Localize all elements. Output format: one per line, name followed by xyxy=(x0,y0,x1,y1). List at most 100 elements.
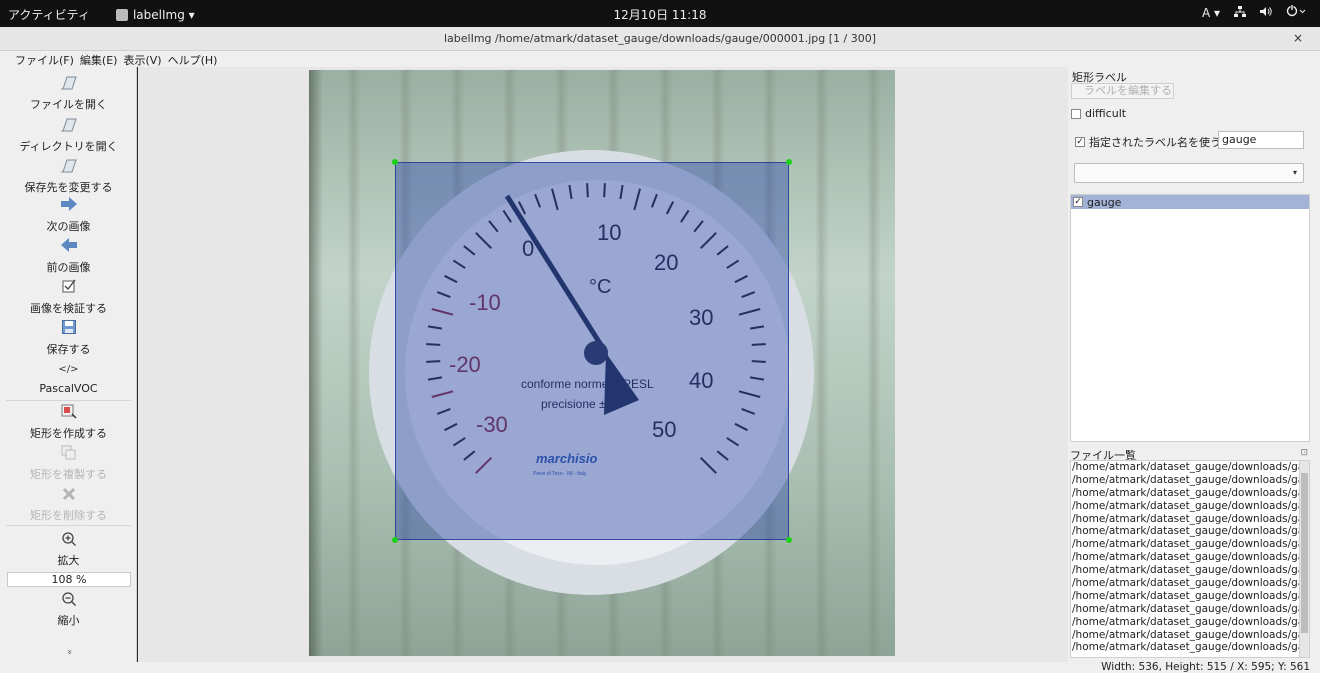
duplicate-rect-button[interactable]: 矩形を複製する xyxy=(0,445,137,482)
window-title-bar: labelImg /home/atmark/dataset_gauge/down… xyxy=(0,27,1320,51)
zoom-in-icon xyxy=(0,531,137,549)
file-list-item[interactable]: /home/atmark/dataset_gauge/downloads/gau… xyxy=(1071,616,1299,629)
create-rect-button[interactable]: 矩形を作成する xyxy=(0,404,137,441)
use-default-label-text: 指定されたラベル名を使う xyxy=(1089,136,1221,149)
create-rect-label: 矩形を作成する xyxy=(30,427,107,440)
delete-rect-button[interactable]: 矩形を削除する xyxy=(0,486,137,523)
open-dir-button[interactable]: ディレクトリを開く xyxy=(0,117,137,154)
file-list-item[interactable]: /home/atmark/dataset_gauge/downloads/gau… xyxy=(1071,461,1299,474)
delete-rect-label: 矩形を削除する xyxy=(30,509,107,522)
verify-image-button[interactable]: 画像を検証する xyxy=(0,279,137,316)
label-list-item-text: gauge xyxy=(1087,195,1122,209)
right-panel: 矩形ラベル ラベルを編集する difficult ✓ 指定されたラベル名を使う … xyxy=(1068,67,1320,662)
check-icon: ✓ xyxy=(1075,137,1085,147)
difficult-label: difficult xyxy=(1085,107,1127,120)
prev-image-button[interactable]: 前の画像 xyxy=(0,238,137,275)
duplicate-icon xyxy=(0,445,137,463)
zoom-level-field[interactable]: 108 % xyxy=(7,572,131,587)
use-default-label-checkbox[interactable]: ✓ 指定されたラベル名を使う xyxy=(1075,134,1221,150)
undock-icon[interactable]: ⊡ xyxy=(1300,448,1308,458)
volume-icon[interactable] xyxy=(1260,6,1272,20)
image-canvas[interactable]: -30 -20 -10 0 10 20 30 40 50 °C conforme… xyxy=(138,67,1068,662)
file-list-item[interactable]: /home/atmark/dataset_gauge/downloads/gau… xyxy=(1071,564,1299,577)
network-icon[interactable] xyxy=(1234,5,1246,20)
close-window-button[interactable]: × xyxy=(1293,31,1303,45)
save-button[interactable]: 保存する xyxy=(0,320,137,357)
system-top-bar: アクティビティ labelImg ▾ 12月10日 11:18 A ▾ xyxy=(0,0,1320,27)
file-list-item[interactable]: /home/atmark/dataset_gauge/downloads/gau… xyxy=(1071,487,1299,500)
file-list[interactable]: /home/atmark/dataset_gauge/downloads/gau… xyxy=(1070,460,1310,658)
check-icon[interactable]: ✓ xyxy=(1073,197,1083,207)
bbox-handle-bottom-right[interactable] xyxy=(786,537,792,543)
checkbox-verify-icon xyxy=(0,279,137,297)
open-file-icon xyxy=(0,75,137,93)
default-label-input[interactable]: gauge xyxy=(1218,131,1304,149)
file-list-item[interactable]: /home/atmark/dataset_gauge/downloads/gau… xyxy=(1071,551,1299,564)
edit-label-button[interactable]: ラベルを編集する xyxy=(1071,83,1174,99)
toolbar-separator xyxy=(6,525,131,526)
bbox-handle-bottom-left[interactable] xyxy=(392,537,398,543)
change-save-dir-label: 保存先を変更する xyxy=(24,181,113,194)
format-label: PascalVOC xyxy=(39,382,98,395)
arrow-left-icon xyxy=(0,238,137,256)
duplicate-rect-label: 矩形を複製する xyxy=(30,468,107,481)
input-method-indicator[interactable]: A ▾ xyxy=(1202,6,1220,20)
label-list-item[interactable]: ✓ gauge xyxy=(1071,195,1309,209)
zoom-out-icon xyxy=(0,591,137,609)
file-list-item[interactable]: /home/atmark/dataset_gauge/downloads/gau… xyxy=(1071,577,1299,590)
difficult-checkbox[interactable]: difficult xyxy=(1071,107,1126,120)
status-bar: Width: 536, Height: 515 / X: 595; Y: 561 xyxy=(0,661,1320,673)
verify-image-label: 画像を検証する xyxy=(30,302,107,315)
file-list-scrollbar[interactable] xyxy=(1299,461,1309,657)
power-icon[interactable] xyxy=(1286,5,1306,20)
change-save-dir-icon xyxy=(0,158,137,176)
file-list-item[interactable]: /home/atmark/dataset_gauge/downloads/gau… xyxy=(1071,538,1299,551)
file-list-item[interactable]: /home/atmark/dataset_gauge/downloads/gau… xyxy=(1071,474,1299,487)
zoom-out-button[interactable]: 縮小 xyxy=(0,591,137,628)
menu-edit[interactable]: 編集(E) xyxy=(79,51,119,67)
window-title: labelImg /home/atmark/dataset_gauge/down… xyxy=(443,32,877,45)
label-list[interactable]: ✓ gauge xyxy=(1070,194,1310,442)
file-list-item[interactable]: /home/atmark/dataset_gauge/downloads/gau… xyxy=(1071,629,1299,642)
chevron-down-icon: ▾ xyxy=(1292,168,1297,177)
change-save-dir-button[interactable]: 保存先を変更する xyxy=(0,158,137,195)
next-image-label: 次の画像 xyxy=(46,220,91,233)
zoom-in-label: 拡大 xyxy=(57,554,80,567)
delete-x-icon xyxy=(0,486,137,504)
toolbar-more-button[interactable]: » xyxy=(64,647,74,657)
prev-image-label: 前の画像 xyxy=(46,261,91,274)
label-combobox[interactable]: ▾ xyxy=(1074,163,1304,183)
difficult-checkbox-box xyxy=(1071,108,1081,119)
open-dir-label: ディレクトリを開く xyxy=(19,140,118,153)
file-list-item[interactable]: /home/atmark/dataset_gauge/downloads/gau… xyxy=(1071,590,1299,603)
menu-bar: ファイル(F) 編集(E) 表示(V) ヘルプ(H) xyxy=(0,51,1320,67)
arrow-right-icon xyxy=(0,197,137,215)
toolbar-separator xyxy=(6,400,131,401)
format-toggle-button[interactable]: </> PascalVOC xyxy=(0,361,137,395)
file-list-item[interactable]: /home/atmark/dataset_gauge/downloads/gau… xyxy=(1071,641,1299,654)
clock[interactable]: 12月10日 11:18 xyxy=(0,6,1320,23)
menu-help[interactable]: ヘルプ(H) xyxy=(167,51,219,67)
open-dir-icon xyxy=(0,117,137,135)
file-list-item[interactable]: /home/atmark/dataset_gauge/downloads/gau… xyxy=(1071,603,1299,616)
next-image-button[interactable]: 次の画像 xyxy=(0,197,137,234)
menu-file[interactable]: ファイル(F) xyxy=(14,51,75,67)
create-rect-icon xyxy=(0,404,137,422)
file-list-item[interactable]: /home/atmark/dataset_gauge/downloads/gau… xyxy=(1071,525,1299,538)
left-toolbar: ファイルを開く ディレクトリを開く 保存先を変更する 次の画像 前の画像 画像を… xyxy=(0,67,137,662)
code-icon: </> xyxy=(58,364,79,375)
open-file-label: ファイルを開く xyxy=(30,98,107,111)
save-icon xyxy=(0,320,137,338)
zoom-out-label: 縮小 xyxy=(57,614,80,627)
zoom-in-button[interactable]: 拡大 xyxy=(0,531,137,568)
file-list-item[interactable]: /home/atmark/dataset_gauge/downloads/gau… xyxy=(1071,500,1299,513)
annotation-bounding-box[interactable] xyxy=(392,159,792,543)
scrollbar-thumb[interactable] xyxy=(1301,473,1308,633)
bbox-handle-top-right[interactable] xyxy=(786,159,792,165)
bbox-handle-top-left[interactable] xyxy=(392,159,398,165)
file-list-item[interactable]: /home/atmark/dataset_gauge/downloads/gau… xyxy=(1071,513,1299,526)
status-text: Width: 536, Height: 515 / X: 595; Y: 561 xyxy=(1101,661,1310,673)
save-label: 保存する xyxy=(46,343,91,356)
open-file-button[interactable]: ファイルを開く xyxy=(0,75,137,112)
menu-view[interactable]: 表示(V) xyxy=(122,51,162,67)
